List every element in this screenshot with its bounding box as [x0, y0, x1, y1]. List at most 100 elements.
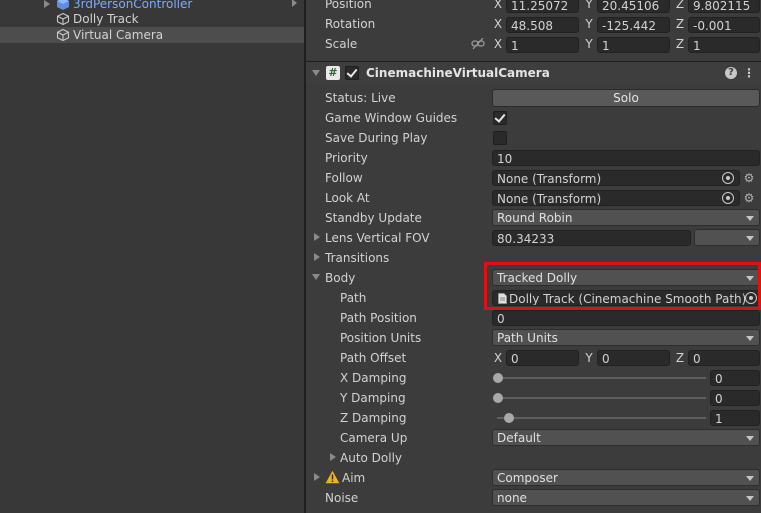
scale-label: Scale [325, 37, 358, 51]
chevron-down-icon [746, 336, 754, 341]
look-at-label: Look At [325, 191, 370, 205]
standby-update-label: Standby Update [325, 211, 422, 225]
y-damping-field[interactable]: 0 [710, 390, 760, 406]
chevron-down-icon [746, 216, 754, 221]
noise-label: Noise [325, 491, 359, 505]
expand-arrow-icon[interactable] [314, 473, 320, 481]
position-units-label: Position Units [340, 331, 422, 345]
y-damping-slider-thumb[interactable] [493, 393, 503, 403]
position-units-dropdown[interactable]: Path Units [492, 329, 760, 346]
scale-z-field[interactable]: 1 [688, 37, 760, 53]
hierarchy-item-dolly-track[interactable]: Dolly Track [0, 11, 304, 27]
z-damping-field[interactable]: 1 [710, 410, 760, 426]
x-damping-label: X Damping [340, 371, 407, 385]
x-damping-field[interactable]: 0 [710, 370, 760, 386]
component-enabled-checkbox[interactable] [345, 66, 359, 80]
position-z-field[interactable]: 9.802115 [688, 0, 760, 13]
scale-x-field[interactable]: 1 [506, 37, 579, 53]
aim-dropdown[interactable]: Composer [492, 469, 760, 486]
rotation-z-field[interactable]: -0.001 [688, 17, 760, 33]
expand-arrow-icon[interactable] [44, 0, 50, 8]
look-at-field[interactable]: None (Transform) [492, 190, 740, 206]
gear-icon[interactable]: ⚙ [743, 172, 755, 184]
help-icon[interactable]: ? [725, 67, 737, 79]
position-y-field[interactable]: 20.45106 [597, 0, 670, 13]
y-damping-label: Y Damping [340, 391, 406, 405]
hierarchy-item-label: Virtual Camera [73, 28, 164, 42]
rotation-label: Rotation [325, 17, 376, 31]
axis-z-label: Z [675, 351, 685, 365]
context-menu-icon[interactable]: ⋮ [743, 62, 755, 84]
axis-x-label: X [493, 17, 503, 31]
lens-vertical-fov-label: Lens Vertical FOV [325, 231, 430, 245]
checkmark-icon [494, 111, 506, 123]
path-label: Path [340, 291, 367, 305]
warning-icon [325, 470, 340, 484]
camera-up-dropdown[interactable]: Default [492, 429, 760, 446]
chevron-right-icon[interactable] [292, 0, 297, 7]
aim-label: Aim [342, 471, 366, 485]
gear-icon[interactable]: ⚙ [743, 192, 755, 204]
dropdown-value: Path Units [497, 331, 558, 345]
gameobject-cube-icon [56, 12, 70, 26]
chevron-down-icon [746, 236, 754, 241]
gameobject-cube-icon [56, 28, 70, 42]
rotation-x-field[interactable]: 48.508 [506, 17, 579, 33]
scale-y-field[interactable]: 1 [597, 37, 670, 53]
axis-z-label: Z [675, 37, 685, 51]
expand-arrow-icon[interactable] [314, 233, 320, 241]
axis-y-label: Y [585, 351, 593, 365]
path-position-field[interactable]: 0 [492, 310, 760, 326]
link-scale-icon[interactable] [471, 38, 485, 50]
noise-dropdown[interactable]: none [492, 489, 760, 506]
path-offset-x-field[interactable]: 0 [506, 350, 579, 366]
component-header[interactable]: # CinemachineVirtualCamera ? ⋮ [306, 62, 761, 84]
collapse-arrow-icon[interactable] [312, 70, 320, 76]
hierarchy-item-virtual-camera[interactable]: Virtual Camera [0, 27, 304, 43]
x-damping-slider-thumb[interactable] [493, 373, 503, 383]
rotation-y-field[interactable]: -125.442 [597, 17, 670, 33]
object-picker-icon[interactable] [722, 192, 734, 204]
x-damping-slider-track[interactable] [497, 377, 706, 379]
dropdown-value: none [497, 491, 527, 505]
standby-update-dropdown[interactable]: Round Robin [492, 209, 760, 226]
camera-up-label: Camera Up [340, 431, 408, 445]
chevron-down-icon [746, 496, 754, 501]
expand-arrow-icon[interactable] [330, 453, 336, 461]
body-label: Body [325, 271, 356, 285]
highlight-annotation [484, 262, 761, 310]
axis-y-label: Y [585, 0, 593, 11]
object-picker-icon[interactable] [722, 172, 734, 184]
chevron-down-icon [746, 436, 754, 441]
position-x-field[interactable]: 11.25072 [506, 0, 579, 13]
collapse-arrow-icon[interactable] [312, 274, 320, 280]
lens-preset-dropdown[interactable] [694, 229, 760, 246]
dropdown-value: Composer [497, 471, 558, 485]
hierarchy-panel: 3rdPersonController Dolly Track Virtual … [0, 0, 304, 513]
dropdown-value: Default [497, 431, 541, 445]
path-offset-y-field[interactable]: 0 [597, 350, 670, 366]
hierarchy-item-label: Dolly Track [73, 12, 139, 26]
path-offset-z-field[interactable]: 0 [688, 350, 760, 366]
expand-arrow-icon[interactable] [314, 253, 320, 261]
axis-y-label: Y [585, 17, 593, 31]
game-window-guides-checkbox[interactable] [493, 111, 507, 125]
save-during-play-checkbox[interactable] [493, 131, 507, 145]
script-icon: # [326, 66, 340, 80]
solo-button[interactable]: Solo [492, 89, 760, 107]
lens-fov-field[interactable]: 80.34233 [492, 230, 691, 246]
z-damping-label: Z Damping [340, 411, 407, 425]
inspector-panel: Position X 11.25072 Y 20.45106 Z 9.80211… [306, 0, 761, 513]
priority-label: Priority [325, 151, 368, 165]
path-position-label: Path Position [340, 311, 417, 325]
priority-field[interactable]: 10 [492, 150, 760, 166]
y-damping-slider-track[interactable] [497, 397, 706, 399]
z-damping-slider-track[interactable] [497, 417, 706, 419]
z-damping-slider-thumb[interactable] [503, 413, 514, 423]
game-window-guides-label: Game Window Guides [325, 111, 458, 125]
axis-x-label: X [493, 0, 503, 11]
chevron-down-icon [746, 476, 754, 481]
component-title: CinemachineVirtualCamera [366, 66, 550, 80]
status-label: Status: Live [325, 91, 396, 105]
follow-field[interactable]: None (Transform) [492, 170, 740, 186]
